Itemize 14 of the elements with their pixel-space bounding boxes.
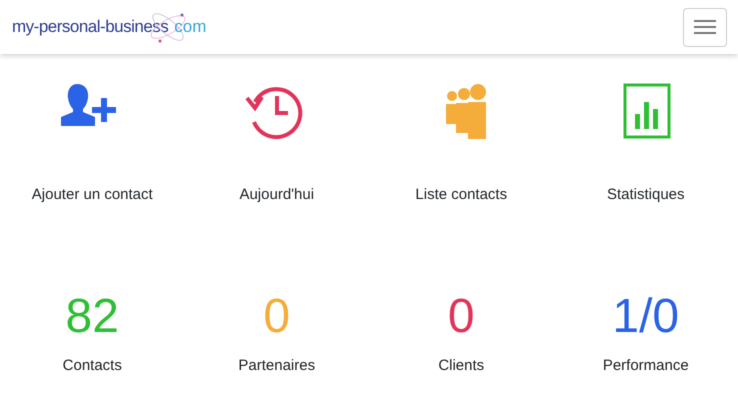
stat-label: Partenaires [238,356,316,376]
stat-label: Performance [602,356,689,376]
stat-label: Contacts [62,356,122,376]
stat-value: 0 [263,292,290,340]
shortcut-link[interactable]: Statistiques [606,184,685,206]
stat-value: 0 [448,292,475,340]
stat-value: 82 [66,292,119,340]
logo-text[interactable]: my-personal-business [12,14,168,40]
shortcut-link[interactable]: Ajouter un contact [32,184,153,206]
stat-label: Clients [438,356,484,376]
shortcut-link[interactable]: Liste contacts [415,184,508,206]
stat-value: 1/0 [612,292,680,340]
menu-button[interactable] [683,8,727,46]
shortcut-link[interactable]: Aujourd'hui [239,184,314,206]
